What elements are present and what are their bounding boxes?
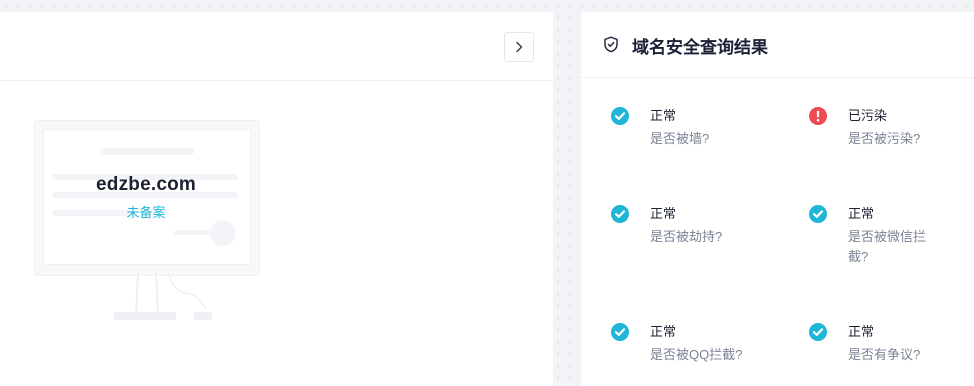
result-status: 正常 <box>848 324 875 339</box>
shield-check-icon <box>604 36 618 53</box>
result-question: 是否有争议? <box>848 347 921 362</box>
result-status: 正常 <box>650 206 677 221</box>
left-panel-header <box>0 12 553 81</box>
result-question: 是否被微信拦截? <box>848 229 927 264</box>
result-status: 正常 <box>650 324 677 339</box>
check-circle-icon <box>611 107 629 125</box>
result-question: 是否被污染? <box>848 131 921 146</box>
icp-status-link[interactable]: 未备案 <box>34 202 258 221</box>
alert-circle-icon <box>809 107 827 125</box>
check-circle-icon <box>809 205 827 223</box>
check-circle-icon <box>611 205 629 223</box>
result-status: 正常 <box>848 206 875 221</box>
security-results-panel: 域名安全查询结果 正常 是否被墙? 已污染 是否被污染? 正常 是否被劫持? 正… <box>581 12 974 386</box>
result-question: 是否被墙? <box>650 131 710 146</box>
monitor-stand-illustration <box>114 271 212 320</box>
monitor-illustration <box>34 120 260 276</box>
results-header: 域名安全查询结果 <box>581 12 974 78</box>
chevron-right-icon <box>516 41 523 53</box>
expand-button[interactable] <box>504 32 534 62</box>
check-circle-icon <box>611 323 629 341</box>
domain-name: edzbe.com <box>96 174 196 195</box>
result-status: 已污染 <box>848 108 888 123</box>
monitor-screen <box>43 129 251 265</box>
result-question: 是否被QQ拦截? <box>650 347 743 362</box>
panel-title: 域名安全查询结果 <box>632 38 768 57</box>
result-question: 是否被劫持? <box>650 229 723 244</box>
check-circle-icon <box>809 323 827 341</box>
result-status: 正常 <box>650 108 677 123</box>
